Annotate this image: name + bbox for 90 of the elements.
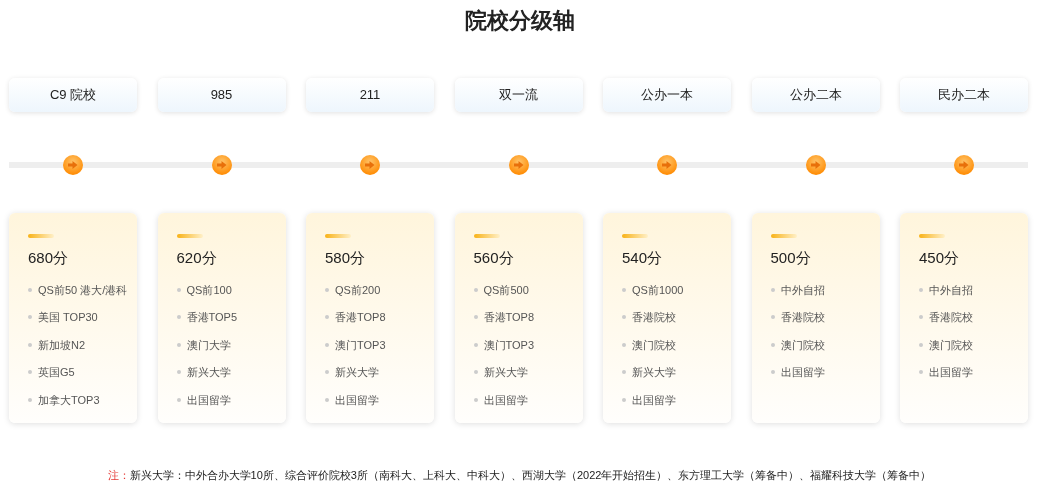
bullet-icon [473, 287, 478, 292]
score-text: 560分 [473, 248, 515, 268]
list-item: QS前500 [483, 282, 529, 298]
list-item: 新兴大学 [483, 365, 528, 380]
tier-label: 民办二本 [900, 78, 1028, 112]
list-item: 香港院校 [780, 310, 825, 325]
bullet-icon [325, 287, 329, 292]
bullet-icon [28, 370, 32, 375]
list-item: 出国留学 [780, 365, 825, 380]
tier-label: 211 [306, 78, 434, 112]
score-text: 500分 [770, 248, 812, 268]
bullet-icon [770, 342, 775, 347]
bullet-icon [919, 370, 923, 375]
bullet-icon [770, 370, 775, 375]
bullet-icon [28, 342, 32, 347]
bullet-icon [919, 315, 923, 320]
bullet-icon [176, 342, 181, 347]
list-item: 新兴大学 [186, 365, 231, 380]
bullet-icon [28, 315, 32, 320]
accent-bar [919, 234, 945, 238]
list-item: 澳门院校 [780, 337, 825, 353]
accent-bar [176, 234, 203, 238]
list-item: 英国G5 [38, 365, 75, 380]
bullet-icon [28, 397, 32, 402]
tier-label: 985 [157, 78, 286, 112]
list-item: 加拿大TOP3 [38, 392, 100, 408]
bullet-icon [770, 287, 775, 292]
bullet-icon [473, 397, 478, 402]
list-item: QS前1000 [632, 282, 684, 298]
list-item: 中外自招 [929, 282, 973, 298]
bullet-icon [622, 370, 626, 375]
list-item: 香港TOP8 [335, 310, 386, 325]
list-item: 新兴大学 [632, 365, 676, 380]
list-item: 出国留学 [632, 392, 676, 408]
bullet-icon [919, 342, 923, 347]
bullet-icon [28, 287, 32, 292]
score-text: 680分 [28, 248, 70, 268]
list-item: QS前100 [186, 282, 232, 298]
tier-label: 双一流 [454, 78, 583, 112]
score-text: 450分 [919, 248, 961, 268]
accent-bar [770, 234, 797, 238]
note-label: 注： [107, 469, 130, 481]
bullet-icon [622, 342, 626, 347]
tier-label: 公办二本 [751, 78, 880, 112]
list-item: 中外自招 [780, 282, 825, 298]
list-item: 香港TOP5 [186, 310, 238, 325]
tier-label: 公办一本 [603, 78, 731, 112]
accent-bar [473, 234, 500, 238]
bullet-icon [176, 397, 181, 402]
bullet-icon [770, 315, 775, 320]
list-item: 出国留学 [483, 392, 528, 408]
list-item: 澳门院校 [632, 337, 676, 353]
list-item: 出国留学 [186, 392, 231, 408]
score-text: 540分 [622, 248, 664, 268]
accent-bar [28, 234, 54, 238]
list-item: 香港TOP8 [483, 310, 535, 325]
note-text: 新兴大学：中外合办大学10所、综合评价院校3所（南科大、上科大、中科大）、西湖大学（2022年开始招生）、东方理工大学（筹备中）、福耀科技大学（筹备中） [129, 469, 932, 481]
bullet-icon [176, 370, 181, 375]
bullet-icon [325, 342, 329, 347]
bullet-icon [325, 370, 329, 375]
list-item: 出国留学 [335, 392, 379, 408]
bullet-icon [176, 287, 181, 292]
bullet-icon [622, 315, 626, 320]
bullet-icon [325, 397, 329, 402]
page-title: 院校分级轴 [463, 7, 576, 35]
list-item: QS前200 [335, 282, 381, 298]
bullet-icon [473, 342, 478, 347]
score-text: 620分 [176, 248, 218, 268]
bullet-icon [622, 397, 626, 402]
list-item: 澳门TOP3 [483, 337, 535, 353]
list-item: 新加坡N2 [38, 337, 86, 353]
bullet-icon [473, 315, 478, 320]
bullet-icon [325, 315, 329, 320]
list-item: 新兴大学 [335, 365, 379, 380]
list-item: 香港院校 [929, 310, 973, 325]
list-item: 出国留学 [929, 365, 973, 380]
score-text: 580分 [325, 248, 367, 268]
list-item: 澳门TOP3 [335, 337, 386, 353]
list-item: 香港院校 [632, 310, 676, 325]
accent-bar [325, 234, 351, 238]
accent-bar [622, 234, 648, 238]
bullet-icon [176, 315, 181, 320]
list-item: 美国 TOP30 [38, 310, 98, 325]
list-item: QS前50 港大/港科 [38, 282, 128, 298]
bullet-icon [473, 370, 478, 375]
list-item: 澳门大学 [186, 337, 231, 353]
bullet-icon [919, 287, 923, 292]
tier-label: C9 院校 [9, 78, 137, 112]
bullet-icon [622, 287, 626, 292]
list-item: 澳门院校 [929, 337, 973, 353]
